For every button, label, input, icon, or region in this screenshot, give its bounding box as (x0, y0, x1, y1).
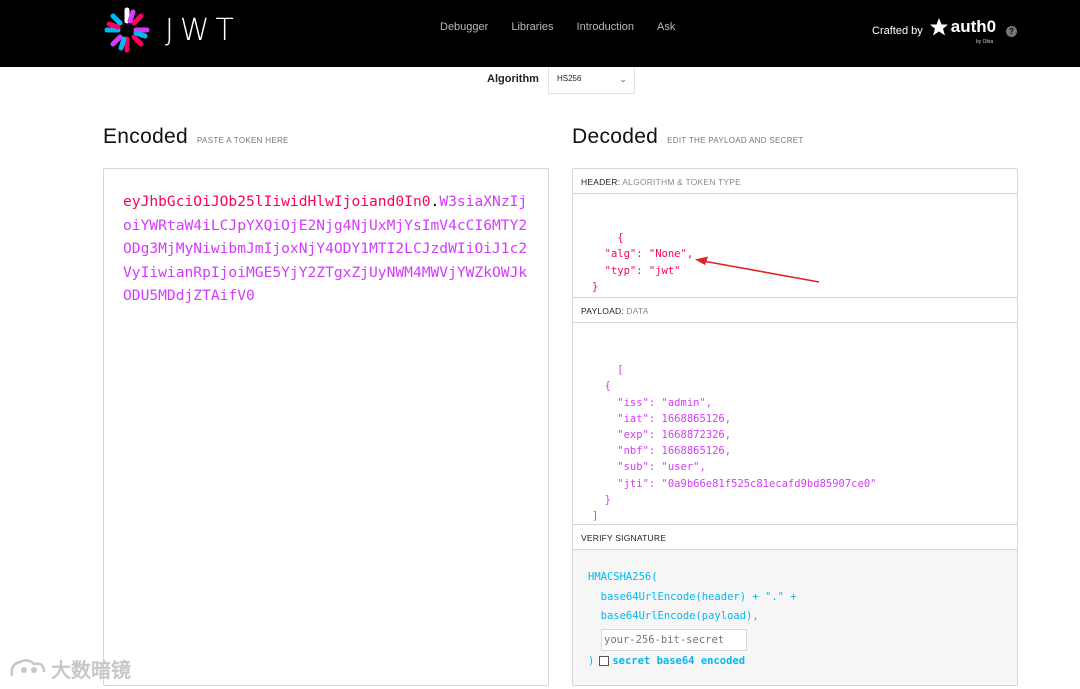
signature-close: ) (588, 654, 595, 667)
header-json-editor[interactable]: { "alg": "None", "typ": "jwt" } (573, 194, 1017, 298)
auth0-wordmark: auth0 (950, 17, 997, 36)
header-json: { "alg": "None", "typ": "jwt" } (592, 232, 694, 293)
nav-debugger[interactable]: Debugger (440, 21, 488, 33)
signature-close-row: ) secret base64 encoded (588, 652, 1017, 672)
crafted-by-label: Crafted by (872, 25, 923, 37)
header-section-title: HEADER: ALGORITHM & TOKEN TYPE (573, 169, 1017, 194)
jwt-logo-icon (104, 7, 150, 53)
payload-json: [ { "iss": "admin", "iat": 1668865126, "… (592, 364, 877, 523)
jwt-logo[interactable]: JWT (103, 6, 240, 54)
payload-section-title: PAYLOAD: DATA (573, 298, 1017, 323)
algorithm-value: HS256 (556, 74, 582, 83)
signature-fn: HMACSHA256( (588, 571, 658, 583)
base64-checkbox-label[interactable]: secret base64 encoded (612, 652, 745, 672)
crafted-by[interactable]: Crafted by auth0 by Okta (872, 17, 996, 45)
okta-byline: by Okta (976, 39, 994, 45)
encoded-heading: Encoded PASTE A TOKEN HERE (103, 125, 289, 149)
watermark-logo-icon (10, 658, 46, 676)
payload-sublabel: DATA (626, 306, 649, 316)
decoded-title: Decoded (572, 125, 659, 148)
token-header-part: eyJhbGciOiJOb25lIiwidHlwIjoiand0In0 (123, 193, 431, 210)
top-nav-bar: JWT Debugger Libraries Introduction Ask … (0, 0, 1080, 67)
encoded-title: Encoded (103, 125, 189, 148)
encoded-token-editor[interactable]: eyJhbGciOiJOb25lIiwidHlwIjoiand0In0.W3si… (103, 168, 549, 686)
watermark: 大数暗镜 (8, 654, 131, 683)
secret-input[interactable] (601, 628, 747, 651)
logo-wordmark: JWT (165, 12, 240, 48)
decoded-heading: Decoded EDIT THE PAYLOAD AND SECRET (572, 125, 804, 149)
token-separator: . (430, 193, 440, 210)
auth0-logo: auth0 (929, 17, 996, 37)
decoded-subtitle: EDIT THE PAYLOAD AND SECRET (667, 136, 804, 145)
nav-ask[interactable]: Ask (657, 21, 675, 33)
algorithm-label: Algorithm (487, 73, 539, 85)
payload-json-editor[interactable]: [ { "iss": "admin", "iat": 1668865126, "… (573, 323, 1017, 525)
base64-checkbox[interactable] (599, 656, 610, 667)
nav-introduction[interactable]: Introduction (577, 21, 634, 33)
nav-libraries[interactable]: Libraries (511, 21, 553, 33)
annotation-arrow (695, 256, 820, 283)
signature-line-header: base64UrlEncode(header) + "." + (588, 590, 797, 603)
encoded-subtitle: PASTE A TOKEN HERE (197, 136, 289, 145)
header-sublabel: ALGORITHM & TOKEN TYPE (622, 177, 741, 187)
signature-section-title: VERIFY SIGNATURE (573, 525, 1017, 550)
chevron-down-icon: ⌄ (619, 74, 627, 84)
watermark-text: 大数暗镜 (51, 660, 131, 682)
algorithm-selector: Algorithm HS256 ⌄ (487, 67, 635, 94)
help-icon[interactable]: ? (1006, 26, 1017, 37)
auth0-star-icon (929, 18, 948, 36)
signature-line-payload: base64UrlEncode(payload), (588, 610, 759, 622)
header-label: HEADER: (581, 177, 621, 187)
algorithm-dropdown[interactable]: HS256 ⌄ (547, 67, 635, 94)
verify-signature-box: HMACSHA256( base64UrlEncode(header) + ".… (573, 550, 1017, 685)
main-nav: Debugger Libraries Introduction Ask (440, 21, 698, 33)
decoded-panel: HEADER: ALGORITHM & TOKEN TYPE { "alg": … (572, 168, 1018, 686)
